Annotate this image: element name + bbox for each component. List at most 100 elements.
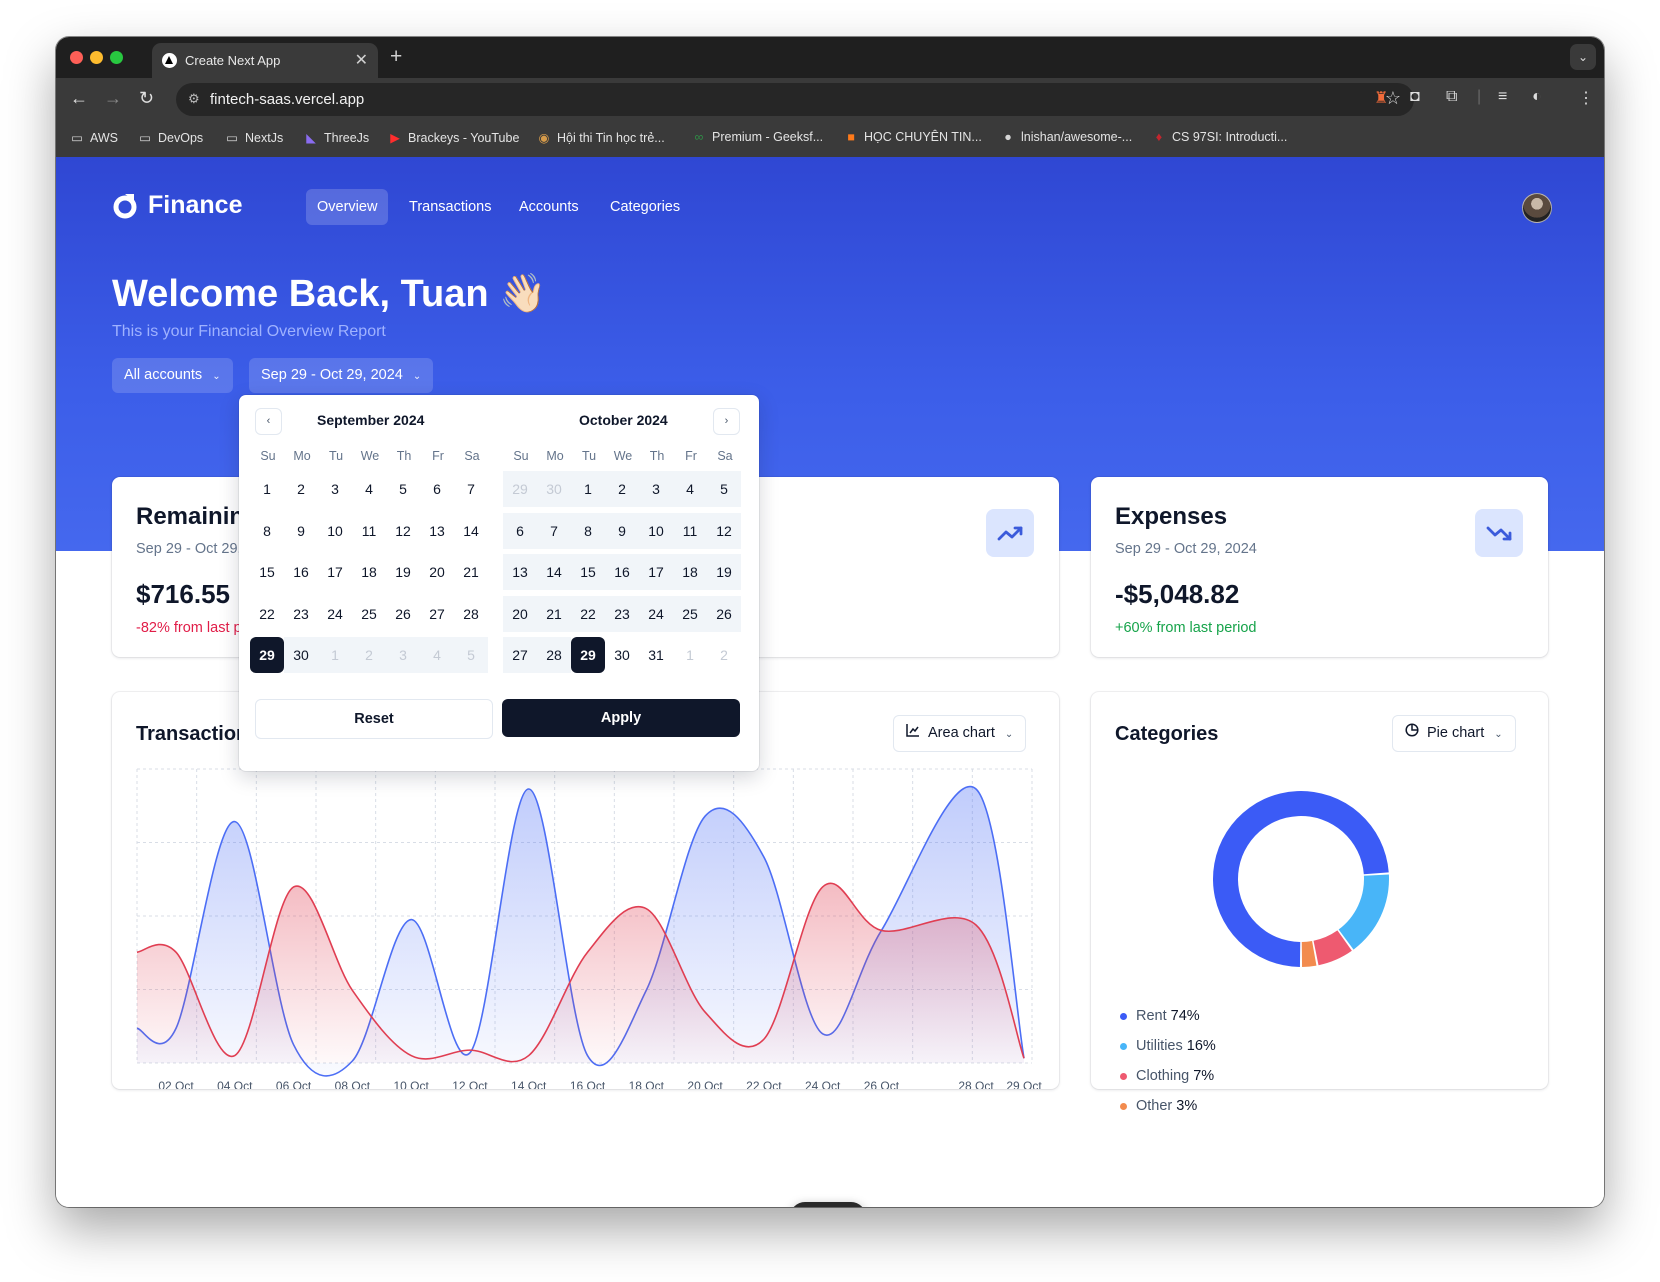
calendar-day[interactable]: 11 (673, 512, 707, 549)
calendar-day[interactable]: 24 (318, 596, 352, 632)
calendar-day[interactable]: 4 (420, 637, 454, 673)
site-settings-icon[interactable]: ⚙ (188, 91, 200, 107)
back-icon[interactable]: ← (70, 88, 88, 109)
calendar-day[interactable]: 1 (318, 637, 352, 673)
new-tab-button[interactable]: + (390, 45, 402, 69)
calendar-day[interactable]: 22 (571, 595, 605, 632)
tab-search-button[interactable]: ⌄ (1570, 44, 1596, 70)
calendar-day[interactable]: 18 (352, 554, 386, 590)
calendar-day[interactable]: 2 (284, 471, 318, 507)
bookmark-hoc-chuyen-tin[interactable]: ■ HỌC CHUYÊN TIN... (844, 130, 982, 144)
calendar-day[interactable]: 20 (420, 554, 454, 590)
browser-menu-icon[interactable]: ⋮ (1578, 88, 1594, 108)
close-window-button[interactable] (70, 51, 83, 64)
calendar-day[interactable]: 15 (250, 554, 284, 590)
calendar-day[interactable]: 6 (420, 471, 454, 507)
calendar-day[interactable]: 12 (707, 512, 741, 549)
close-tab-icon[interactable]: ✕ (355, 50, 368, 70)
browser-tab[interactable]: Create Next App ✕ (152, 43, 378, 78)
calendar-day[interactable]: 25 (352, 596, 386, 632)
calendar-day[interactable]: 7 (454, 471, 488, 507)
calendar-day[interactable]: 10 (318, 513, 352, 549)
account-filter-select[interactable]: All accounts ⌄ (112, 358, 233, 393)
calendar-day[interactable]: 2 (605, 471, 639, 507)
calendar-day[interactable]: 18 (673, 554, 707, 590)
nav-accounts[interactable]: Accounts (508, 189, 590, 225)
extensions-puzzle-icon[interactable]: ⧉ (1446, 88, 1457, 106)
calendar-day[interactable]: 25 (673, 595, 707, 632)
calendar-day[interactable]: 1 (673, 637, 707, 673)
calendar-day[interactable]: 5 (454, 637, 488, 673)
calendar-day[interactable]: 9 (284, 513, 318, 549)
bookmark-nextjs[interactable]: ▭ NextJs (225, 130, 283, 145)
calendar-day[interactable]: 13 (503, 554, 537, 590)
maximize-window-button[interactable] (110, 51, 123, 64)
app-logo-text[interactable]: Finance (148, 191, 242, 220)
bookmark-threejs[interactable]: ◣ ThreeJs (304, 130, 369, 145)
calendar-day[interactable]: 30 (605, 637, 639, 673)
calendar-day[interactable]: 17 (639, 554, 673, 590)
calendar-day[interactable]: 29 (250, 637, 284, 673)
calendar-day[interactable]: 6 (503, 512, 537, 549)
reload-icon[interactable]: ↻ (139, 88, 154, 109)
calendar-day[interactable]: 17 (318, 554, 352, 590)
calendar-day[interactable]: 27 (503, 637, 537, 673)
calendar-day[interactable]: 3 (639, 471, 673, 507)
calendar-day[interactable]: 21 (454, 554, 488, 590)
calendar-day[interactable]: 4 (352, 471, 386, 507)
date-range-select[interactable]: Sep 29 - Oct 29, 2024 ⌄ (249, 358, 434, 393)
nav-overview[interactable]: Overview (306, 189, 389, 225)
calendar-day[interactable]: 1 (250, 471, 284, 507)
extension-fox-icon[interactable]: ♜ (1374, 88, 1388, 108)
nav-transactions[interactable]: Transactions (398, 189, 502, 225)
profile-avatar-icon[interactable]: ◐ (1532, 88, 1542, 106)
calendar-day[interactable]: 26 (386, 596, 420, 632)
calendar-day[interactable]: 28 (537, 637, 571, 673)
calendar-day[interactable]: 13 (420, 513, 454, 549)
nav-categories[interactable]: Categories (599, 189, 691, 225)
calendar-day[interactable]: 19 (707, 554, 741, 590)
calendar-day[interactable]: 29 (503, 471, 537, 507)
camera-icon[interactable]: ◘ (1410, 88, 1420, 106)
calendar-day[interactable]: 27 (420, 596, 454, 632)
calendar-day[interactable]: 20 (503, 595, 537, 632)
minimize-window-button[interactable] (90, 51, 103, 64)
calendar-day[interactable]: 15 (571, 554, 605, 590)
apply-button[interactable]: Apply (502, 699, 740, 737)
calendar-day[interactable]: 8 (571, 512, 605, 549)
calendar-day[interactable]: 31 (639, 637, 673, 673)
calendar-day[interactable]: 5 (386, 471, 420, 507)
bookmark-brackeys[interactable]: ▶ Brackeys - YouTube (388, 130, 519, 145)
bookmark-aws[interactable]: ▭ AWS (70, 130, 118, 145)
reset-button[interactable]: Reset (255, 699, 493, 739)
calendar-day[interactable]: 11 (352, 513, 386, 549)
calendar-day[interactable]: 30 (284, 637, 318, 673)
calendar-day[interactable]: 16 (605, 554, 639, 590)
bookmark-hoithi[interactable]: ◉ Hội thi Tin học trẻ... (537, 130, 665, 145)
calendar-day[interactable]: 8 (250, 513, 284, 549)
calendar-day[interactable]: 30 (537, 471, 571, 507)
calendar-day[interactable]: 2 (707, 637, 741, 673)
next-month-button[interactable]: › (713, 408, 740, 435)
calendar-day[interactable]: 7 (537, 512, 571, 549)
calendar-day[interactable]: 3 (386, 637, 420, 673)
bookmark-github[interactable]: ● lnishan/awesome-... (1001, 130, 1132, 144)
calendar-day[interactable]: 9 (605, 512, 639, 549)
bookmark-geeksforgeeks[interactable]: ∞ Premium - Geeksf... (692, 130, 824, 144)
calendar-day[interactable]: 21 (537, 595, 571, 632)
calendar-day[interactable]: 26 (707, 595, 741, 632)
address-bar[interactable]: ⚙ fintech-saas.vercel.app ☆ (176, 83, 1414, 116)
calendar-day[interactable]: 14 (537, 554, 571, 590)
calendar-day[interactable]: 3 (318, 471, 352, 507)
calendar-day[interactable]: 28 (454, 596, 488, 632)
calendar-day[interactable]: 10 (639, 512, 673, 549)
bookmark-cs97si[interactable]: ♦ CS 97SI: Introducti... (1152, 130, 1288, 144)
calendar-day[interactable]: 23 (605, 595, 639, 632)
calendar-day[interactable]: 12 (386, 513, 420, 549)
calendar-day[interactable]: 29 (571, 637, 605, 673)
forward-icon[interactable]: → (104, 88, 122, 109)
calendar-day[interactable]: 14 (454, 513, 488, 549)
calendar-day[interactable]: 23 (284, 596, 318, 632)
user-avatar[interactable] (1522, 193, 1552, 223)
previous-month-button[interactable]: ‹ (255, 408, 282, 435)
